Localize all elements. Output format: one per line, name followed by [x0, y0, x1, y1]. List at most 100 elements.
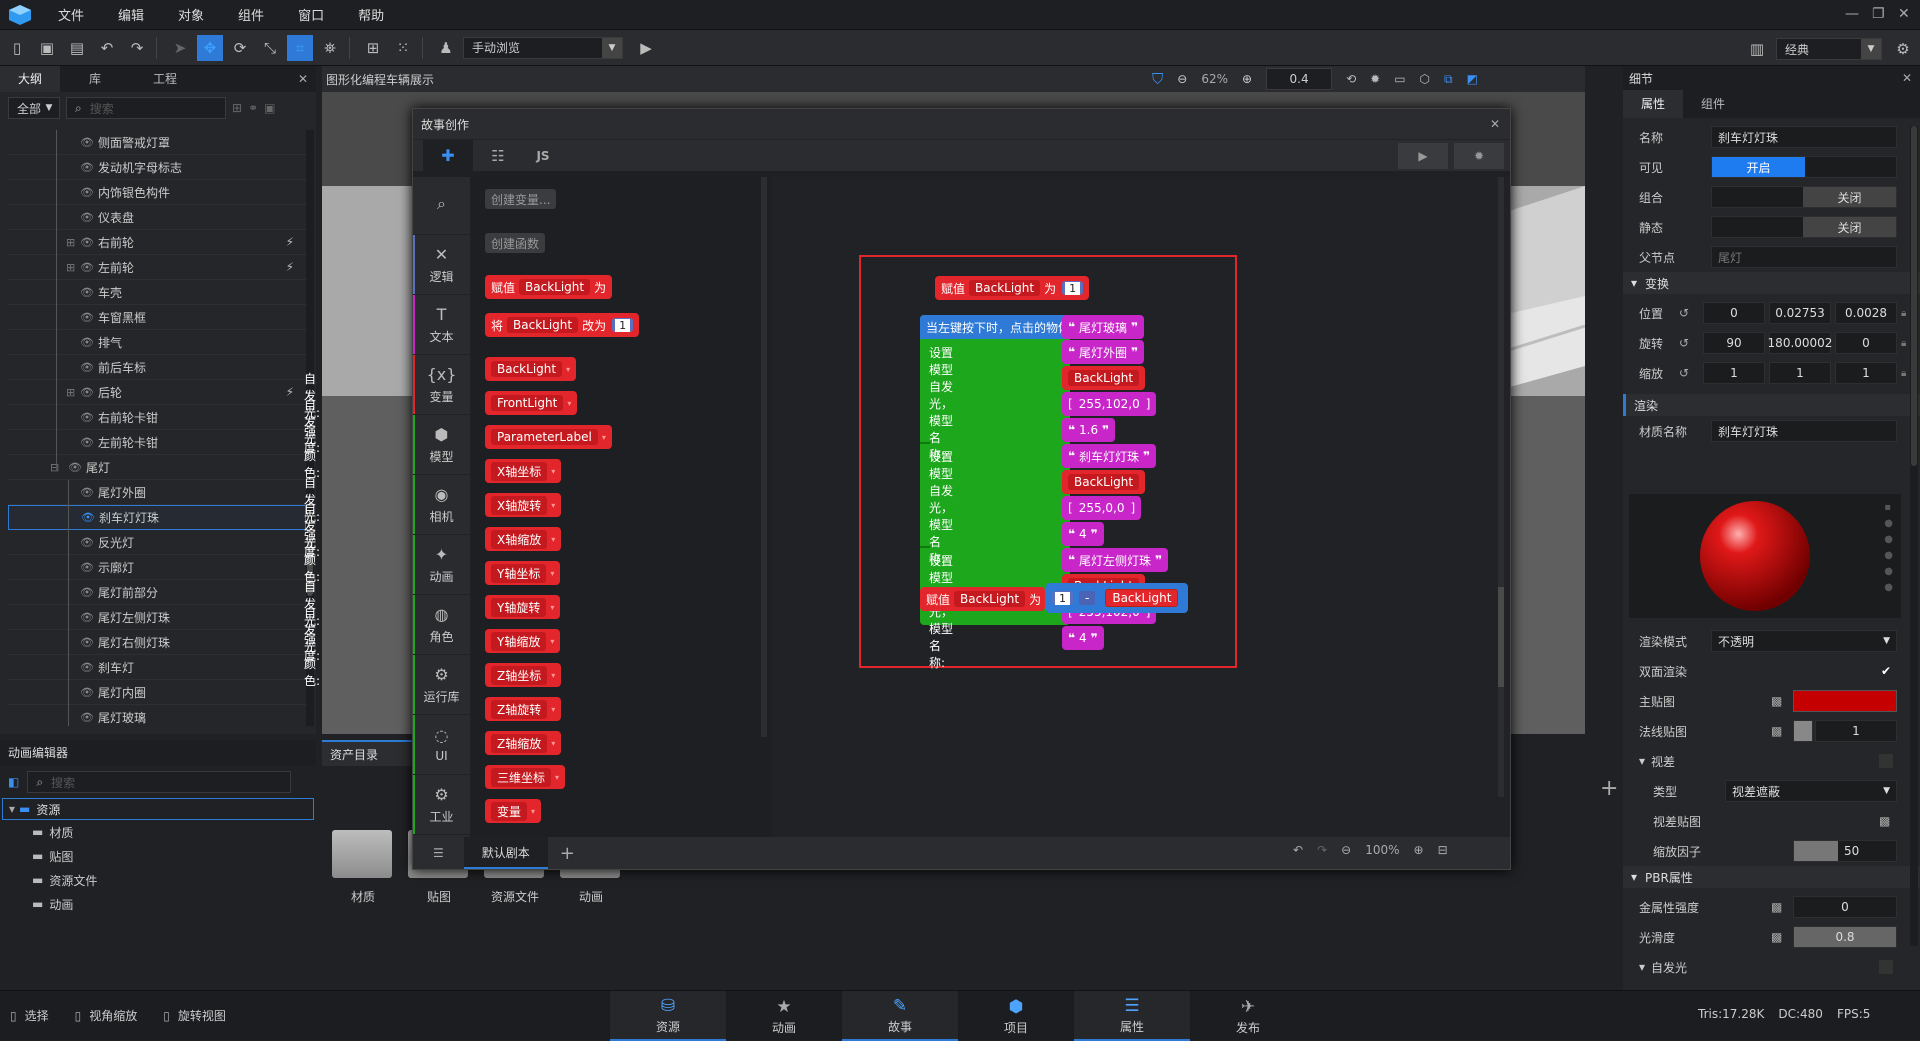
variable-block[interactable]: Z轴旋转 ▾ [485, 697, 562, 721]
eye-icon[interactable]: 👁︎ [68, 461, 82, 474]
bottom-tab[interactable]: ✈ 发布 [1190, 991, 1306, 1041]
outline-item[interactable]: 👁︎ 尾灯内圈 [8, 680, 306, 705]
outline-item[interactable]: 👁︎ 尾灯左侧灯珠 [8, 605, 306, 630]
expand-icon[interactable]: ⊞ [66, 261, 75, 274]
scale-icon[interactable]: ⤡ [257, 35, 283, 61]
close-icon[interactable]: ✕ [290, 66, 316, 92]
zoom-out-icon[interactable]: ⊖ [1341, 843, 1351, 857]
eye-icon[interactable]: 👁︎ [80, 636, 94, 649]
eye-icon[interactable]: 👁︎ [81, 511, 95, 524]
video-icon[interactable]: ▭ [1394, 72, 1405, 86]
outline-item[interactable]: 👁︎ 示廓灯 [8, 555, 306, 580]
tab-project[interactable]: 工程 [130, 66, 200, 92]
speed-input[interactable]: 0.4 [1266, 68, 1333, 90]
tree-root-assets[interactable]: ▾ ▬ 资源 [2, 798, 314, 820]
outline-item[interactable]: ⊞ 👁︎ 右前轮 ⚡ [8, 230, 306, 255]
parallax-checkbox[interactable] [1879, 754, 1893, 768]
bottom-tab[interactable]: ★ 动画 [726, 991, 842, 1041]
normal-texture-slot[interactable] [1793, 720, 1813, 742]
layout-icon[interactable]: ▥ [1744, 36, 1770, 62]
bottom-tab[interactable]: ☰ 属性 [1074, 991, 1190, 1041]
transform-input[interactable]: 0 [1835, 332, 1897, 354]
select-icon[interactable]: ➤ [167, 35, 193, 61]
parent-input[interactable]: 尾灯 [1711, 246, 1897, 268]
create-variable-button[interactable]: 创建变量... [485, 189, 557, 209]
tree-folder[interactable]: ▬ 动画 [0, 892, 316, 916]
transform-input[interactable]: 90 [1703, 332, 1765, 354]
undo-icon[interactable]: ↶ [1293, 843, 1303, 857]
gear-icon[interactable]: ✹ [1370, 72, 1380, 86]
eye-icon[interactable]: 👁︎ [80, 561, 94, 574]
eye-icon[interactable]: 👁︎ [80, 711, 94, 724]
outline-item[interactable]: 👁︎ 刹车灯 [8, 655, 306, 680]
script-workspace[interactable]: 赋值 BackLight 为 1 当左键按下时，点击的物体为 ❝ 尾灯玻璃 ❞ 设置… [304, 177, 1510, 837]
tab-properties[interactable]: 属性 [1623, 90, 1683, 118]
outline-item[interactable]: 👁︎ 尾灯前部分 [8, 580, 306, 605]
menu-component[interactable]: 组件 [238, 5, 264, 24]
category-item[interactable]: ✕ 逻辑 [413, 235, 470, 295]
metal-input[interactable]: 0 [1793, 896, 1897, 918]
close-window-icon[interactable]: ✕ [1898, 6, 1910, 22]
reset-icon[interactable]: ↺ [1679, 366, 1689, 380]
category-item[interactable]: ⚙ 工业 [413, 775, 470, 835]
emissive-variable[interactable]: BackLight [1062, 470, 1146, 494]
strength-string[interactable]: ❝ 4 ❞ [1062, 626, 1104, 650]
image-icon[interactable]: ▣ [264, 101, 275, 115]
eye-icon[interactable]: 👁︎ [80, 611, 94, 624]
eye-icon[interactable]: 👁︎ [80, 261, 94, 274]
bottom-tab[interactable]: ⛁ 资源 [610, 991, 726, 1041]
texture-icon[interactable]: ▩ [1771, 694, 1782, 708]
classic-dropdown[interactable]: 经典 ▼ [1776, 38, 1882, 60]
js-tab[interactable]: JS [523, 149, 563, 163]
variable-block[interactable]: X轴缩放 ▾ [485, 527, 562, 551]
assign-block[interactable]: 赋值 BackLight 为 [920, 587, 1045, 611]
visible-toggle[interactable]: 开启 [1711, 156, 1897, 178]
category-item[interactable]: ⬢ 模型 [413, 415, 470, 475]
shield-icon[interactable]: ⛉ [1152, 70, 1163, 88]
eye-icon[interactable]: 👁︎ [80, 286, 94, 299]
assign-block[interactable]: 赋值 BackLight 为 [485, 275, 613, 299]
filter-dropdown[interactable]: 全部 ▼ [8, 97, 60, 119]
outline-item[interactable]: 👁︎ 尾灯外圈 [8, 480, 306, 505]
eye-icon[interactable]: 👁︎ [80, 411, 94, 424]
eye-icon[interactable]: 👁︎ [80, 186, 94, 199]
add-script-icon[interactable]: + [560, 843, 575, 864]
reset-icon[interactable]: ↺ [1679, 306, 1689, 320]
cube-icon[interactable]: ⬡ [1420, 72, 1430, 86]
lock-icon[interactable]: 🔒︎ [1901, 368, 1906, 379]
section-render[interactable]: 渲染 [1623, 394, 1920, 416]
variable-block[interactable]: ParameterLabel ▾ [485, 425, 612, 449]
outline-item[interactable]: 👁︎ 刹车灯灯珠 [8, 505, 306, 530]
bottom-tab[interactable]: ✎ 故事 [842, 991, 958, 1041]
color-array[interactable]: [255,0,0] [1062, 496, 1142, 520]
outline-item[interactable]: 👁︎ 内饰银色构件 [8, 180, 306, 205]
outline-item[interactable]: 👁︎ 尾灯右侧灯珠 [8, 630, 306, 655]
zoom-out-icon[interactable]: ⊖ [1177, 72, 1187, 86]
eye-icon[interactable]: 👁︎ [80, 136, 94, 149]
section-emission[interactable]: ▾ 自发光 [1639, 952, 1901, 982]
outline-item[interactable]: 👁︎ 侧面警戒灯罩 [8, 130, 306, 155]
tab-components[interactable]: 组件 [1683, 90, 1743, 118]
list-icon[interactable]: ☰ [433, 846, 444, 860]
fit-icon[interactable]: ⊟ [1438, 843, 1448, 857]
zoom-in-icon[interactable]: ⊕ [1414, 843, 1424, 857]
person-icon[interactable]: ♟ [433, 35, 459, 61]
undo-icon[interactable]: ↶ [94, 35, 120, 61]
menu-edit[interactable]: 编辑 [118, 5, 144, 24]
category-item[interactable]: ◍ 角色 [413, 595, 470, 655]
grid-icon[interactable]: ⊞ [360, 35, 386, 61]
variable-block[interactable]: X轴坐标 ▾ [485, 459, 562, 483]
lock-icon[interactable]: 🔒︎ [1901, 308, 1906, 319]
collapse-icon[interactable]: ⊞ [232, 101, 242, 115]
menu-help[interactable]: 帮助 [358, 5, 384, 24]
texture-icon[interactable]: ▩ [1771, 724, 1782, 738]
dots-grid-icon[interactable]: ⁙ [390, 35, 416, 61]
save-all-icon[interactable]: ▤ [64, 35, 90, 61]
eye-icon[interactable]: 👁︎ [80, 586, 94, 599]
name-input[interactable]: 刹车灯灯珠 [1711, 126, 1897, 148]
anim-search-input[interactable]: ⌕ 搜索 [27, 771, 292, 793]
eye-icon[interactable]: 👁︎ [80, 486, 94, 499]
color-array[interactable]: [255,102,0] [1062, 392, 1157, 416]
parallax-type-dropdown[interactable]: 视差遮蔽 ▼ [1725, 780, 1897, 802]
outline-item[interactable]: 👁︎ 右前轮卡钳 [8, 405, 306, 430]
